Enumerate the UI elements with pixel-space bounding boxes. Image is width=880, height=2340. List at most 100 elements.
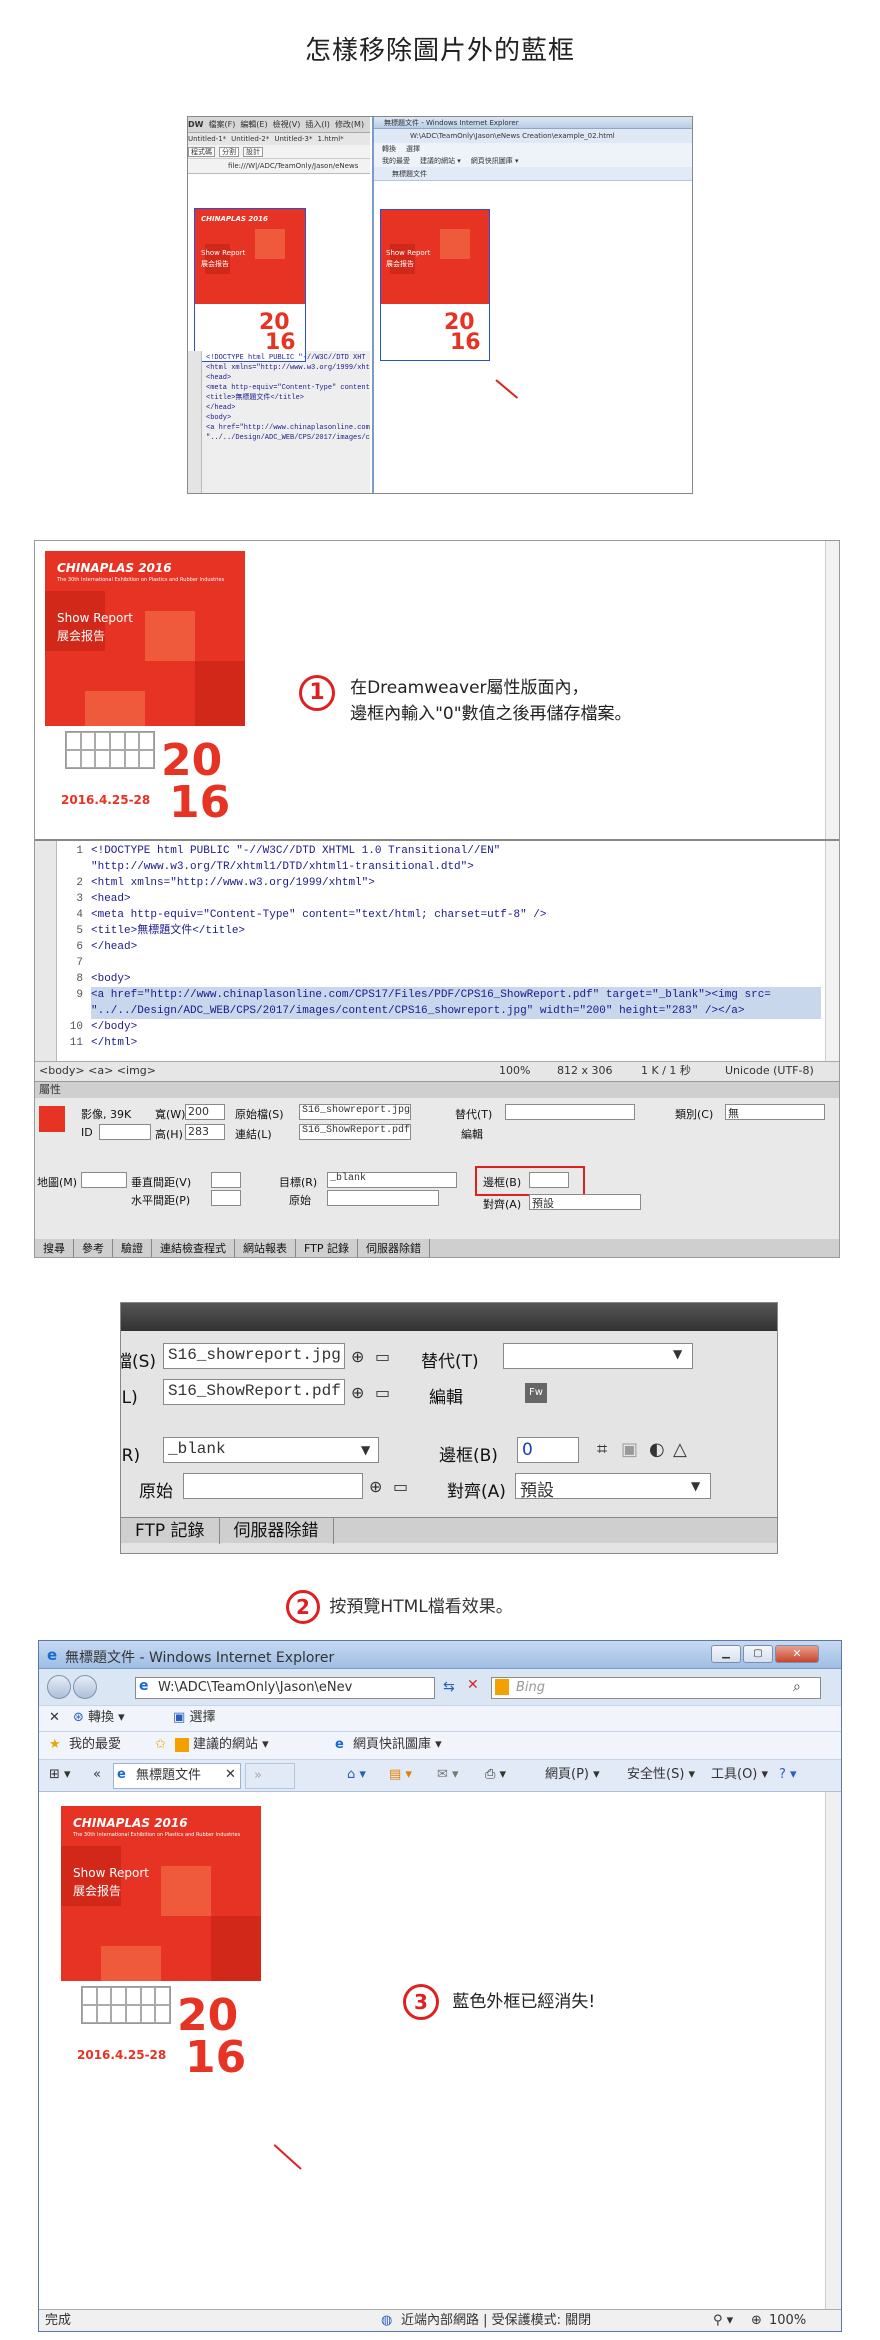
feeds-icon[interactable]: ▤ ▾ (389, 1760, 412, 1790)
alt-field[interactable] (503, 1343, 693, 1369)
dw-menu-item[interactable]: 修改(M) (335, 120, 364, 129)
browse-icon[interactable]: ⊕ (351, 1347, 364, 1366)
width-field[interactable]: 200 (185, 1104, 225, 1120)
border-field[interactable]: 0 (517, 1437, 579, 1463)
web-slice-gallery[interactable]: 網頁快訊圖庫 ▾ (353, 1732, 442, 1758)
ie-fav-item[interactable]: 網頁快訊圖庫 ▾ (471, 157, 519, 165)
home-icon[interactable]: ⌂ ▾ (347, 1760, 366, 1790)
search-icon[interactable]: ⌕ (793, 1679, 801, 1695)
align-select[interactable]: 預設 (529, 1194, 641, 1210)
map-field[interactable] (81, 1172, 127, 1188)
folder-icon[interactable]: ▭ (375, 1383, 390, 1402)
crop-icon[interactable]: ⌗ (597, 1439, 607, 1460)
src-field[interactable]: S16_showreport.jpg (163, 1343, 345, 1369)
command-menu[interactable]: 安全性(S) ▾ (627, 1760, 695, 1790)
brightness-icon[interactable]: ◐ (649, 1439, 665, 1460)
panel-tab[interactable]: 伺服器除錯 (358, 1239, 430, 1257)
quick-tabs-icon[interactable]: ⊞ ▾ (49, 1760, 71, 1790)
protected-mode-icon[interactable]: ⚲ ▾ (713, 2310, 733, 2331)
dw-doc-tab[interactable]: 1.html* (318, 135, 344, 143)
ie-address[interactable]: W:\ADC\TeamOnly\Jason\eNews Creation\exa… (374, 129, 692, 143)
panel-tab[interactable]: 連結檢查程式 (152, 1239, 235, 1257)
address-bar[interactable]: W:\ADC\TeamOnly\Jason\eNev (135, 1677, 435, 1699)
favorites-button[interactable]: 我的最愛 (69, 1732, 121, 1758)
panel-tab[interactable]: FTP 記錄 (296, 1239, 358, 1257)
back-button[interactable] (47, 1675, 71, 1699)
dw-menu-item[interactable]: 插入(I) (305, 120, 330, 129)
browse-icon[interactable]: ⊕ (351, 1383, 364, 1402)
refresh-icon[interactable]: ⇆ (443, 1679, 455, 1695)
minimize-button[interactable]: ▁ (711, 1645, 741, 1663)
panel-tab[interactable]: 網站報表 (235, 1239, 296, 1257)
dw-view-button[interactable]: 分割 (219, 147, 239, 157)
panel-tab[interactable]: 搜尋 (35, 1239, 74, 1257)
folder-icon[interactable]: ▭ (375, 1347, 390, 1366)
mail-icon[interactable]: ✉ ▾ (437, 1760, 459, 1790)
close-tab-icon[interactable]: ✕ (225, 1760, 236, 1790)
panel-tab[interactable]: 參考 (74, 1239, 113, 1257)
close-icon[interactable]: ✕ (49, 1706, 60, 1730)
tag-selector[interactable]: <body> <a> <img> (39, 1062, 156, 1080)
zoom-level[interactable]: 100% (769, 2310, 806, 2331)
zoom-select[interactable]: 100% (499, 1062, 530, 1080)
panel-tab[interactable]: 驗證 (113, 1239, 152, 1257)
panel-tab[interactable]: 伺服器除錯 (220, 1518, 334, 1544)
link-field[interactable]: S16_ShowReport.pdf (163, 1379, 345, 1405)
dw-menu-item[interactable]: 檔案(F) (208, 120, 235, 129)
align-select[interactable]: 預設 (515, 1473, 711, 1501)
alt-field[interactable] (505, 1104, 635, 1120)
close-button[interactable]: ✕ (775, 1645, 819, 1663)
class-select[interactable]: 無 (725, 1104, 825, 1120)
resample-icon[interactable]: ▣ (621, 1439, 638, 1460)
hspace-field[interactable] (211, 1190, 241, 1206)
code-toolbar (35, 841, 57, 1063)
dw-menu-item[interactable]: 編輯(E) (240, 120, 267, 129)
ie-link[interactable]: 轉換 (382, 145, 396, 153)
ie-tab[interactable]: 無標題文件 (374, 167, 692, 181)
ie-scrollbar[interactable] (825, 1792, 841, 2310)
new-tab-button[interactable]: » (245, 1763, 295, 1789)
suggested-sites[interactable]: 建議的網站 ▾ (193, 1732, 269, 1758)
forward-button[interactable] (73, 1675, 97, 1699)
target-select[interactable]: _blank (163, 1437, 379, 1463)
dw-menu-item[interactable]: 檢視(V) (273, 120, 301, 129)
dw-view-button[interactable]: 程式碼 (188, 147, 215, 157)
maximize-button[interactable]: ▢ (743, 1645, 773, 1663)
dw-doc-tab[interactable]: Untitled-2* (231, 135, 269, 143)
help-icon[interactable]: ? ▾ (779, 1760, 797, 1790)
translate-link[interactable]: ⊛ 轉換 ▾ (73, 1706, 125, 1730)
target-select[interactable]: _blank (327, 1172, 457, 1188)
src-field[interactable]: S16_showreport.jpg (299, 1104, 411, 1120)
ie-fav-item[interactable]: 我的最愛 (382, 157, 410, 165)
height-field[interactable]: 283 (185, 1124, 225, 1140)
window-size[interactable]: 812 x 306 (557, 1062, 613, 1080)
code-scrollbar[interactable] (825, 841, 839, 1063)
link-field[interactable]: S16_ShowReport.pdf (299, 1124, 411, 1140)
dw-doc-tab[interactable]: Untitled-1* (188, 135, 226, 143)
scrollbar[interactable] (825, 541, 839, 839)
fireworks-icon[interactable]: Fw (525, 1383, 547, 1403)
command-menu[interactable]: 工具(O) ▾ (711, 1760, 768, 1790)
search-input[interactable]: Bing (491, 1677, 821, 1699)
vspace-field[interactable] (211, 1172, 241, 1188)
sharpen-icon[interactable]: △ (673, 1439, 687, 1460)
dw-view-button[interactable]: 設計 (243, 147, 263, 157)
active-tab[interactable]: 無標題文件 (113, 1763, 241, 1789)
id-field[interactable] (99, 1124, 151, 1140)
tab-list-icon[interactable]: « (93, 1760, 101, 1790)
dw-menu-item[interactable]: DW (188, 120, 203, 129)
browse-icon[interactable]: ⊕ (369, 1477, 382, 1496)
dw-doc-tab[interactable]: Untitled-3* (274, 135, 312, 143)
add-favorite-icon[interactable]: ✩ (155, 1732, 166, 1758)
ie-fav-item[interactable]: 建議的網站 ▾ (420, 157, 461, 165)
folder-icon[interactable]: ▭ (393, 1477, 408, 1496)
panel-tab[interactable]: FTP 記錄 (121, 1518, 220, 1544)
stop-icon[interactable]: ✕ (467, 1677, 479, 1693)
select-link[interactable]: ▣ 選擇 (173, 1706, 215, 1730)
print-icon[interactable]: ⎙ ▾ (485, 1760, 506, 1790)
border-field[interactable] (529, 1172, 569, 1188)
command-menu[interactable]: 網頁(P) ▾ (545, 1760, 600, 1790)
original-field[interactable] (183, 1473, 363, 1499)
original-field[interactable] (327, 1190, 439, 1206)
ie-link[interactable]: 選擇 (406, 145, 420, 153)
